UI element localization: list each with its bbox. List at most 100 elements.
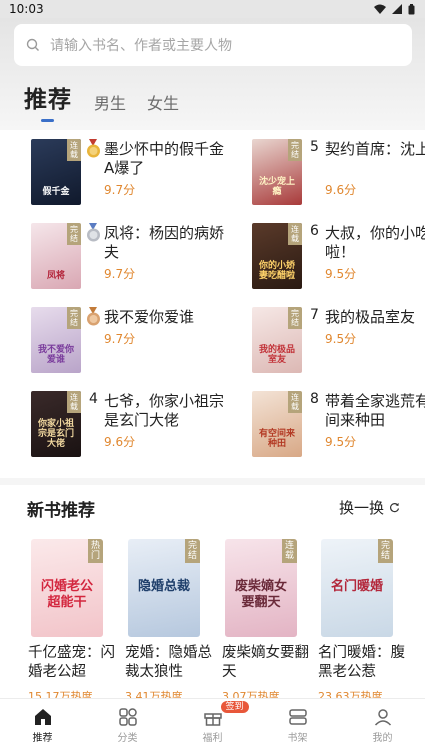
book-title: 废柴嫡女要翻天 xyxy=(222,645,309,680)
ranking-item[interactable]: 完结 我不爱你爱谁 我不爱你爱谁 9.7分 xyxy=(31,298,241,373)
header: 请输入书名、作者或主要人物 推荐 男生 女生 xyxy=(0,18,425,130)
ranking-item[interactable]: 完结 我的极品室友 7 我的极品室友 9.5分 xyxy=(252,298,425,373)
book-cover: 完结 我的极品室友 xyxy=(252,307,302,373)
book-title: 千亿盛宠：闪婚老公超 xyxy=(28,645,115,680)
ranking-item[interactable]: 连载 你的小娇妻吃醋啦 6 大叔，你的小吃醋啦！ 9.5分 xyxy=(252,214,425,289)
bottom-nav: 推荐 分类 签到 福利 书架 我的 xyxy=(0,698,425,749)
book-cover: 连载 你家小祖宗是玄门大佬 xyxy=(31,391,81,457)
rank-number: 6 xyxy=(310,223,319,239)
tab-active-indicator xyxy=(41,119,54,122)
ranking-item[interactable]: 完结 沈少宠上瘾 5 契约首席：沈上瘾 9.6分 xyxy=(252,130,425,205)
nav-label: 书架 xyxy=(287,733,308,744)
book-title: 宠婚：隐婚总裁太狼性 xyxy=(125,645,212,680)
nav-item-welfare[interactable]: 签到 福利 xyxy=(170,699,255,749)
bronze-medal-icon xyxy=(87,307,100,326)
book-cover: 连载 你的小娇妻吃醋啦 xyxy=(252,223,302,289)
cover-title: 闪婚老公超能干 xyxy=(40,579,93,610)
ranking-item[interactable]: 连载 假千金 墨少怀中的假千金A爆了 9.7分 xyxy=(31,130,241,205)
book-cover: 连载 假千金 xyxy=(31,139,81,205)
nav-item-category[interactable]: 分类 xyxy=(85,699,170,749)
ranking-item[interactable]: 连载 你家小祖宗是玄门大佬 4 七爷，你家小祖宗是玄门大佬 9.6分 xyxy=(31,382,241,457)
book-title: 我不爱你爱谁 xyxy=(104,308,195,326)
status-tag: 完结 xyxy=(67,223,81,245)
status-tag: 连载 xyxy=(67,139,81,161)
cover-title: 我的极品室友 xyxy=(258,345,295,365)
book-cover: 完结 凤将 xyxy=(31,223,81,289)
status-tag: 连载 xyxy=(288,223,302,245)
status-icons xyxy=(374,3,415,15)
book-cover: 完结 名门暖婚 xyxy=(321,539,393,637)
book-cover: 完结 隐婚总裁 xyxy=(128,539,200,637)
book-cover: 热门 闪婚老公超能干 xyxy=(31,539,103,637)
search-input[interactable]: 请输入书名、作者或主要人物 xyxy=(14,24,412,66)
book-title: 凤将：杨因的病娇夫 xyxy=(104,224,225,261)
nav-item-recommend[interactable]: 推荐 xyxy=(0,699,85,749)
status-bar: 10:03 xyxy=(0,0,425,18)
nav-label: 福利 xyxy=(202,733,223,744)
status-tag: 热门 xyxy=(88,539,103,563)
book-title: 墨少怀中的假千金A爆了 xyxy=(104,140,225,177)
cover-title: 名门暖婚 xyxy=(330,579,383,594)
refresh-button[interactable]: 换一换 xyxy=(339,497,400,518)
book-cover: 完结 沈少宠上瘾 xyxy=(252,139,302,205)
status-tag: 完结 xyxy=(288,139,302,161)
nav-item-profile[interactable]: 我的 xyxy=(340,699,425,749)
refresh-label: 换一换 xyxy=(339,499,385,517)
status-tag: 完结 xyxy=(185,539,200,563)
status-tag: 连载 xyxy=(288,391,302,413)
refresh-icon xyxy=(390,503,400,513)
bookshelf-icon xyxy=(288,709,307,725)
status-tag: 连载 xyxy=(67,391,81,413)
category-tabs: 推荐 男生 女生 xyxy=(24,80,200,122)
nav-label: 推荐 xyxy=(32,733,53,744)
ranking-item[interactable]: 连载 有空间来种田 8 带着全家逃荒有空间来种田 9.5分 xyxy=(252,382,425,457)
grid-icon xyxy=(118,708,137,726)
book-title: 大叔，你的小吃醋啦！ xyxy=(325,224,425,261)
book-title: 契约首席：沈上瘾 xyxy=(325,140,425,158)
status-tag: 完结 xyxy=(378,539,393,563)
status-tag: 完结 xyxy=(67,307,81,329)
book-cover: 连载 有空间来种田 xyxy=(252,391,302,457)
cover-title: 凤将 xyxy=(46,271,65,281)
cover-title: 废柴嫡女要翻天 xyxy=(234,579,287,610)
cover-title: 你家小祖宗是玄门大佬 xyxy=(37,419,74,449)
rank-number: 7 xyxy=(310,307,319,323)
cover-title: 隐婚总裁 xyxy=(137,579,190,594)
rank-number: 8 xyxy=(310,391,319,407)
book-score: 9.7分 xyxy=(104,332,136,346)
search-placeholder: 请输入书名、作者或主要人物 xyxy=(50,38,232,54)
book-score: 9.7分 xyxy=(104,183,136,197)
gold-medal-icon xyxy=(87,139,100,158)
status-time: 10:03 xyxy=(9,2,44,16)
rank-number: 4 xyxy=(89,391,98,407)
book-score: 9.5分 xyxy=(325,435,357,449)
book-title: 七爷，你家小祖宗是玄门大佬 xyxy=(104,392,225,429)
nav-label: 我的 xyxy=(372,733,393,744)
book-score: 9.6分 xyxy=(104,435,136,449)
book-cover: 完结 我不爱你爱谁 xyxy=(31,307,81,373)
book-score: 9.5分 xyxy=(325,267,357,281)
battery-icon xyxy=(408,3,415,14)
book-cover: 连载 废柴嫡女要翻天 xyxy=(225,539,297,637)
silver-medal-icon xyxy=(87,223,100,242)
status-tag: 完结 xyxy=(288,307,302,329)
book-title: 带着全家逃荒有空间来种田 xyxy=(325,392,425,429)
status-tag: 连载 xyxy=(282,539,297,563)
book-title: 名门暖婚：腹黑老公惹 xyxy=(318,645,405,680)
tab-male[interactable]: 男生 xyxy=(94,90,126,116)
section-title: 新书推荐 xyxy=(27,501,95,521)
tab-recommend[interactable]: 推荐 xyxy=(24,80,72,122)
rank-number: 5 xyxy=(310,139,319,155)
wifi-icon xyxy=(374,4,386,14)
signal-icon xyxy=(392,4,402,14)
tab-female[interactable]: 女生 xyxy=(147,90,179,116)
search-icon xyxy=(26,38,39,51)
ranking-item[interactable]: 完结 凤将 凤将：杨因的病娇夫 9.7分 xyxy=(31,214,241,289)
cover-title: 有空间来种田 xyxy=(258,429,295,449)
home-icon xyxy=(34,709,51,725)
cover-title: 我不爱你爱谁 xyxy=(37,345,74,365)
book-score: 9.7分 xyxy=(104,267,136,281)
nav-item-bookshelf[interactable]: 书架 xyxy=(255,699,340,749)
gift-icon xyxy=(203,713,222,726)
nav-label: 分类 xyxy=(117,733,138,744)
